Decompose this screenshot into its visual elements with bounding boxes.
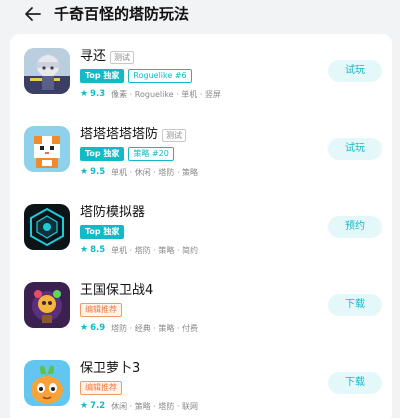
page-title: 千奇百怪的塔防玩法: [54, 5, 190, 23]
try-play-button[interactable]: 试玩: [328, 138, 382, 160]
star-icon: ★: [80, 401, 89, 411]
game-list-card: 寻还 测试 Top 独家 Roguelike #6 ★ 9.3 像素 · Rog…: [10, 34, 392, 418]
genre-meta: 像素 · Roguelike · 单机 · 竖屏: [111, 89, 221, 99]
game-icon-tata: [24, 126, 70, 172]
meta-row: ★ 8.5 单机 · 塔防 · 策略 · 简约: [80, 244, 198, 256]
game-title-row: 王国保卫战4: [80, 282, 153, 300]
arrow-left-icon: [25, 7, 41, 21]
meta-row: ★ 7.2 休闲 · 策略 · 塔防 · 联网: [80, 400, 198, 412]
rank-tag: Roguelike #6: [128, 69, 192, 83]
game-title-row: 保卫萝卜3: [80, 360, 140, 378]
editor-pick-tag: 编辑推荐: [80, 381, 122, 395]
tag-row: Top 独家 Roguelike #6: [80, 69, 192, 83]
top-exclusive-tag: Top 独家: [80, 147, 125, 161]
star-icon: ★: [80, 89, 89, 99]
try-play-button[interactable]: 试玩: [328, 60, 382, 82]
rating: 8.5: [90, 245, 106, 255]
game-title-row: 塔防模拟器: [80, 204, 145, 222]
top-bar: 千奇百怪的塔防玩法: [0, 0, 400, 32]
game-title-row: 寻还 测试: [80, 48, 135, 66]
game-icon-simulator: [24, 204, 70, 250]
rating: 9.5: [90, 167, 106, 177]
top-exclusive-tag: Top 独家: [80, 69, 125, 83]
rating: 6.9: [90, 323, 106, 333]
game-icon-carrot-defense: [24, 360, 70, 406]
editor-pick-tag: 编辑推荐: [80, 303, 122, 317]
genre-meta: 单机 · 塔防 · 策略 · 简约: [111, 245, 199, 255]
game-item-carrot-defense[interactable]: 保卫萝卜3 编辑推荐 ★ 7.2 休闲 · 策略 · 塔防 · 联网 下载: [10, 360, 392, 418]
download-button[interactable]: 下载: [328, 372, 382, 394]
tag-row: 编辑推荐: [80, 303, 122, 317]
test-badge: 测试: [110, 50, 135, 64]
game-item-simulator[interactable]: 塔防模拟器 Top 独家 ★ 8.5 单机 · 塔防 · 策略 · 简约 预约: [10, 204, 392, 282]
test-badge: 测试: [162, 128, 187, 142]
top-exclusive-tag: Top 独家: [80, 225, 125, 239]
reserve-button[interactable]: 预约: [328, 216, 382, 238]
game-name: 王国保卫战4: [80, 283, 154, 298]
meta-row: ★ 9.3 像素 · Roguelike · 单机 · 竖屏: [80, 88, 221, 100]
star-icon: ★: [80, 167, 89, 177]
tag-row: Top 独家: [80, 225, 125, 239]
tag-row: Top 独家 策略 #20: [80, 147, 174, 161]
game-name: 塔塔塔塔塔防: [80, 127, 159, 142]
game-icon-kingdom-rush: [24, 282, 70, 328]
game-item-xunhuan[interactable]: 寻还 测试 Top 独家 Roguelike #6 ★ 9.3 像素 · Rog…: [10, 48, 392, 126]
game-title-row: 塔塔塔塔塔防 测试: [80, 126, 187, 144]
genre-meta: 单机 · 休闲 · 塔防 · 策略: [111, 167, 199, 177]
download-button[interactable]: 下载: [328, 294, 382, 316]
genre-meta: 塔防 · 经典 · 策略 · 付费: [111, 323, 199, 333]
tag-row: 编辑推荐: [80, 381, 122, 395]
game-name: 保卫萝卜3: [80, 361, 141, 376]
game-icon-xunhuan: [24, 48, 70, 94]
game-item-tata[interactable]: 塔塔塔塔塔防 测试 Top 独家 策略 #20 ★ 9.5 单机 · 休闲 · …: [10, 126, 392, 204]
back-button[interactable]: [22, 4, 44, 24]
game-name: 寻还: [80, 49, 107, 64]
star-icon: ★: [80, 323, 89, 333]
rank-tag: 策略 #20: [128, 147, 174, 161]
genre-meta: 休闲 · 策略 · 塔防 · 联网: [111, 401, 199, 411]
star-icon: ★: [80, 245, 89, 255]
meta-row: ★ 9.5 单机 · 休闲 · 塔防 · 策略: [80, 166, 198, 178]
meta-row: ★ 6.9 塔防 · 经典 · 策略 · 付费: [80, 322, 198, 334]
rating: 7.2: [90, 401, 106, 411]
game-name: 塔防模拟器: [80, 205, 146, 220]
rating: 9.3: [90, 89, 106, 99]
game-item-kingdom-rush[interactable]: 王国保卫战4 编辑推荐 ★ 6.9 塔防 · 经典 · 策略 · 付费 下载: [10, 282, 392, 360]
